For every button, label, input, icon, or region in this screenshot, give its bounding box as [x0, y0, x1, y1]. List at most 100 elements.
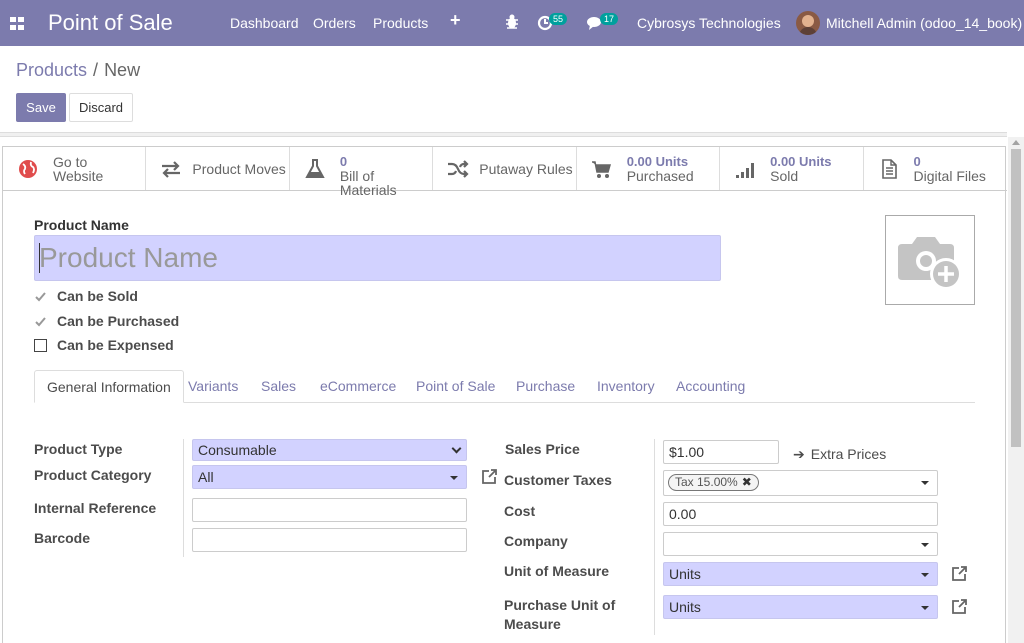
go-to-website-line1: Go to [53, 154, 88, 170]
go-to-website-line2: Website [53, 168, 104, 184]
purchased-button[interactable]: 0.00 Units Purchased [577, 147, 721, 190]
putaway-rules-button[interactable]: Putaway Rules [433, 147, 577, 190]
user-menu[interactable]: Mitchell Admin (odoo_14_book) [826, 15, 1022, 31]
barcode-input[interactable] [192, 528, 467, 552]
left-group-separator [183, 439, 184, 557]
menu-orders[interactable]: Orders [313, 15, 356, 31]
sold-button[interactable]: 0.00 Units Sold [720, 147, 864, 190]
extra-prices-label: Extra Prices [810, 446, 887, 462]
product-type-label: Product Type [34, 441, 123, 457]
extra-prices-button[interactable]: ➔ Extra Prices [793, 446, 886, 463]
scroll-up-arrow-icon[interactable] [1012, 140, 1020, 145]
product-name-label: Product Name [34, 217, 129, 233]
smart-buttons-bar: Go to Website Product Moves 0 Bill of Ma… [3, 147, 1007, 197]
vertical-scrollbar[interactable] [1008, 137, 1024, 643]
customer-taxes-label: Customer Taxes [504, 472, 612, 488]
can-be-expensed-checkbox[interactable] [34, 339, 47, 352]
tab-accounting[interactable]: Accounting [676, 370, 745, 403]
tab-variants[interactable]: Variants [188, 370, 238, 403]
tab-point-of-sale[interactable]: Point of Sale [416, 370, 495, 403]
tab-sales[interactable]: Sales [261, 370, 296, 403]
digital-files-count: 0 [913, 154, 921, 169]
customer-taxes-field[interactable]: Tax 15.00% ✖ [663, 470, 938, 496]
go-to-website-button[interactable]: Go to Website [3, 147, 147, 190]
save-button[interactable]: Save [16, 93, 66, 122]
flask-icon [305, 159, 325, 178]
company-select[interactable] [663, 532, 938, 556]
product-category-label: Product Category [34, 467, 152, 483]
bill-of-materials-label: Bill of Materials [339, 168, 397, 198]
activity-badge: 55 [549, 13, 568, 25]
text-cursor [39, 243, 40, 273]
globe-icon [19, 160, 37, 178]
top-navbar: Point of Sale Dashboard Orders Products … [0, 0, 1024, 46]
cost-input[interactable]: 0.00 [663, 502, 938, 526]
purchase-uom-label-line1: Purchase Unit of [504, 597, 616, 613]
app-brand[interactable]: Point of Sale [48, 10, 173, 36]
signal-icon [736, 163, 755, 178]
user-avatar[interactable] [796, 11, 820, 35]
caret-down-icon [921, 573, 929, 577]
remove-tag-icon[interactable]: ✖ [742, 475, 752, 489]
sold-label: Sold [770, 168, 799, 184]
purchase-uom-label: Purchase Unit of Measure [504, 596, 615, 634]
arrow-right-icon: ➔ [793, 446, 805, 462]
messaging-menu[interactable]: 17 [587, 13, 623, 33]
bill-of-materials-button[interactable]: 0 Bill of Materials [290, 147, 434, 197]
can-be-purchased-checkbox[interactable] [34, 315, 47, 328]
activity-menu[interactable]: 55 [537, 13, 569, 33]
plus-icon[interactable]: + [450, 10, 461, 31]
random-icon [448, 160, 469, 178]
scroll-thumb[interactable] [1011, 149, 1021, 447]
breadcrumb: Products / New [16, 60, 140, 81]
tab-purchase[interactable]: Purchase [516, 370, 575, 403]
breadcrumb-separator: / [93, 60, 99, 80]
message-badge: 17 [600, 13, 619, 25]
digital-files-label: Digital Files [913, 168, 986, 184]
discard-button[interactable]: Discard [69, 93, 133, 122]
digital-files-button[interactable]: 0 Digital Files [864, 147, 1007, 190]
product-image-upload[interactable] [885, 215, 975, 305]
bill-of-materials-count: 0 [339, 154, 348, 169]
unit-of-measure-label: Unit of Measure [504, 563, 610, 579]
product-category-select[interactable]: All [192, 465, 467, 489]
tab-general-information[interactable]: General Information [34, 370, 184, 403]
product-type-select[interactable]: Consumable [192, 439, 467, 461]
product-name-input[interactable]: Product Name [34, 235, 721, 281]
can-be-sold-checkbox[interactable] [34, 290, 47, 303]
tax-tag: Tax 15.00% ✖ [668, 474, 759, 491]
product-category-value: All [198, 469, 214, 485]
unit-of-measure-select[interactable]: Units [663, 562, 938, 586]
internal-reference-input[interactable] [192, 498, 467, 522]
external-link-icon[interactable] [950, 598, 968, 616]
cost-label: Cost [504, 503, 536, 519]
company-label: Company [504, 533, 568, 549]
can-be-purchased-label: Can be Purchased [57, 313, 180, 329]
purchased-value: 0.00 Units [626, 154, 689, 169]
bug-icon[interactable] [505, 13, 519, 31]
cart-icon [591, 161, 611, 178]
menu-dashboard[interactable]: Dashboard [230, 15, 299, 31]
apps-menu-icon[interactable] [10, 17, 24, 30]
product-type-value: Consumable [198, 442, 277, 458]
tab-ecommerce[interactable]: eCommerce [320, 370, 396, 403]
putaway-rules-label: Putaway Rules [479, 161, 573, 177]
external-link-icon[interactable] [480, 468, 498, 486]
product-moves-button[interactable]: Product Moves [146, 147, 290, 190]
breadcrumb-products-link[interactable]: Products [16, 60, 87, 80]
chevron-down-icon [451, 443, 462, 454]
right-group-separator [654, 439, 655, 635]
exchange-icon [162, 161, 181, 178]
caret-down-icon [450, 476, 458, 480]
internal-reference-label: Internal Reference [34, 500, 157, 516]
purchase-uom-select[interactable]: Units [663, 595, 938, 619]
tab-inventory[interactable]: Inventory [597, 370, 655, 403]
menu-products[interactable]: Products [373, 15, 428, 31]
product-moves-label: Product Moves [192, 161, 286, 177]
external-link-icon[interactable] [950, 565, 968, 583]
purchase-uom-label-line2: Measure [504, 616, 561, 632]
sales-price-input[interactable]: $1.00 [663, 440, 779, 464]
sold-value: 0.00 Units [770, 154, 832, 169]
barcode-label: Barcode [34, 530, 91, 546]
company-switcher[interactable]: Cybrosys Technologies [637, 15, 781, 31]
